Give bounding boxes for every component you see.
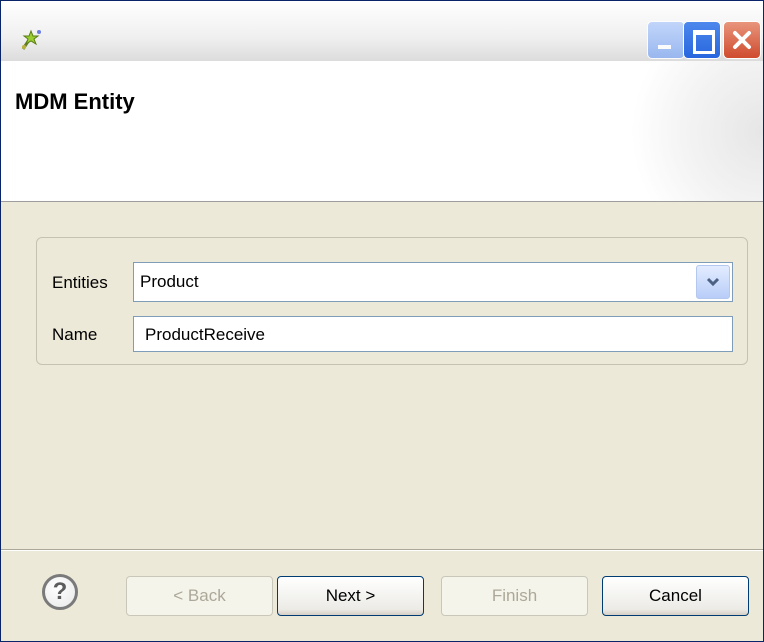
name-label: Name bbox=[52, 325, 98, 344]
cancel-button[interactable]: Cancel bbox=[602, 576, 749, 616]
footer-separator bbox=[1, 549, 763, 551]
entities-label: Entities bbox=[52, 273, 108, 292]
close-icon bbox=[733, 31, 751, 49]
name-input[interactable]: ProductReceive bbox=[133, 316, 733, 352]
maximize-button[interactable] bbox=[683, 21, 721, 59]
title-bar[interactable] bbox=[1, 1, 763, 61]
close-button[interactable] bbox=[723, 21, 761, 59]
back-button[interactable]: < Back bbox=[126, 576, 273, 616]
minimize-button[interactable] bbox=[647, 21, 685, 59]
chevron-down-icon bbox=[706, 277, 720, 287]
name-input-value: ProductReceive bbox=[145, 325, 266, 344]
next-button[interactable]: Next > bbox=[277, 576, 424, 616]
help-icon[interactable]: ? bbox=[42, 574, 78, 610]
entities-combobox[interactable]: Product bbox=[133, 262, 733, 302]
header-banner: MDM Entity bbox=[1, 61, 763, 202]
wizard-dialog: MDM Entity Entities Product Name Product… bbox=[0, 0, 764, 642]
entities-selected-value: Product bbox=[140, 272, 199, 291]
entities-dropdown-button[interactable] bbox=[696, 265, 730, 299]
wizard-icon bbox=[21, 29, 41, 50]
entity-form-group: Entities Product Name ProductReceive bbox=[36, 237, 748, 365]
banner-decoration bbox=[603, 61, 763, 201]
finish-button[interactable]: Finish bbox=[441, 576, 588, 616]
page-title: MDM Entity bbox=[15, 89, 135, 114]
